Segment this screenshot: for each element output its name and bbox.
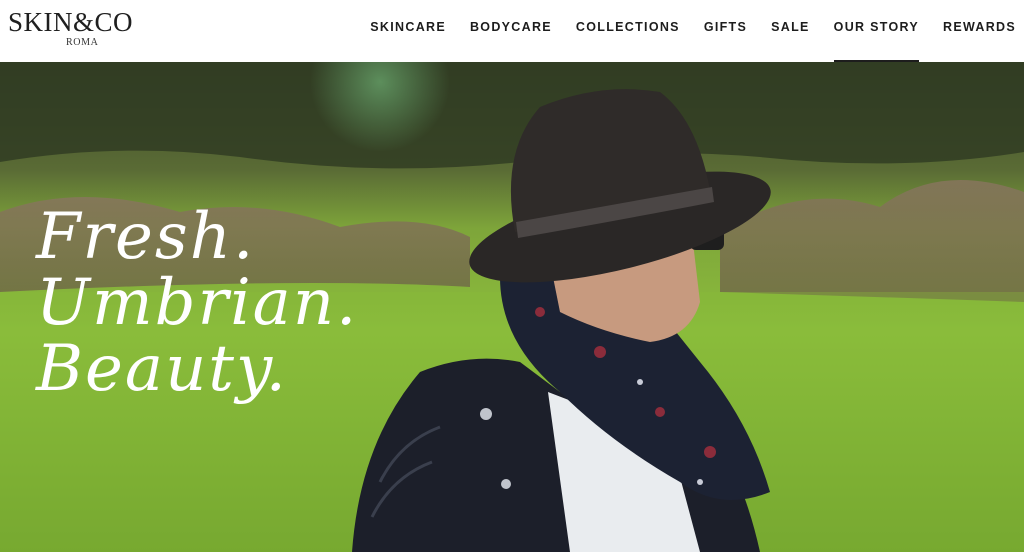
site-header: SKIN&CO ROMA SKINCARE BODYCARE COLLECTIO… <box>0 0 1024 62</box>
tagline-line-1: Fresh. <box>36 200 256 274</box>
hero-banner: Fresh. Umbrian. Beauty. <box>0 62 1024 552</box>
nav-item-gifts[interactable]: GIFTS <box>704 0 747 62</box>
tagline-line-2: Umbrian. <box>36 266 359 340</box>
main-nav: SKINCARE BODYCARE COLLECTIONS GIFTS SALE… <box>346 0 1016 62</box>
nav-item-collections[interactable]: COLLECTIONS <box>576 0 680 62</box>
brand-logo[interactable]: SKIN&CO ROMA <box>8 7 168 53</box>
nav-item-sale[interactable]: SALE <box>771 0 810 62</box>
tagline-line-3: Beauty. <box>36 332 288 406</box>
nav-item-rewards[interactable]: REWARDS <box>943 0 1016 62</box>
brand-sub: ROMA <box>66 37 99 48</box>
hero-tagline: Fresh. Umbrian. Beauty. <box>36 204 358 402</box>
brand-name: SKIN&CO <box>8 7 134 37</box>
nav-item-skincare[interactable]: SKINCARE <box>370 0 446 62</box>
nav-item-bodycare[interactable]: BODYCARE <box>470 0 552 62</box>
nav-item-our-story[interactable]: OUR STORY <box>833 0 920 62</box>
